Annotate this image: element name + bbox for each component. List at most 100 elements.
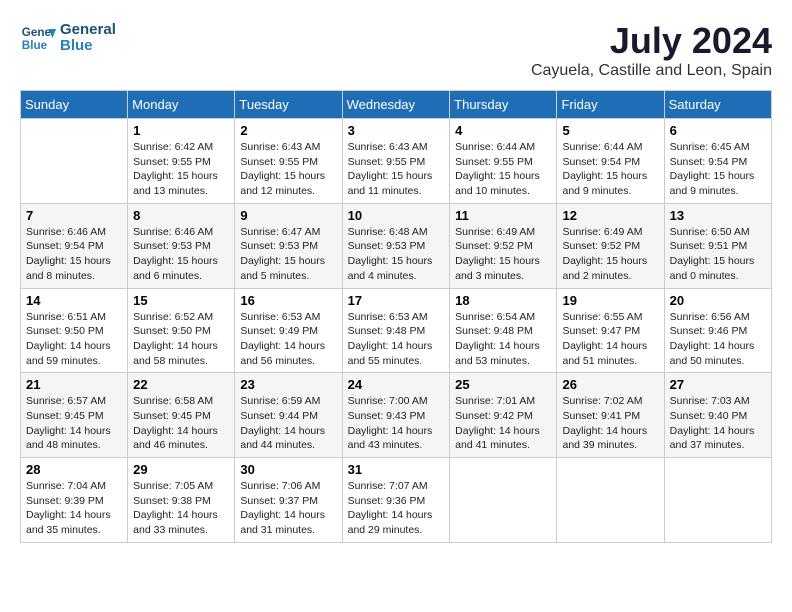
cell-daylight-text: Sunrise: 7:03 AMSunset: 9:40 PMDaylight:… <box>670 394 766 453</box>
day-number: 19 <box>562 293 658 308</box>
day-number: 17 <box>348 293 445 308</box>
day-number: 16 <box>240 293 336 308</box>
calendar-day-header: Monday <box>128 91 235 119</box>
cell-daylight-text: Sunrise: 6:57 AMSunset: 9:45 PMDaylight:… <box>26 394 122 453</box>
calendar-day-header: Friday <box>557 91 664 119</box>
day-number: 23 <box>240 377 336 392</box>
calendar-cell: 2Sunrise: 6:43 AMSunset: 9:55 PMDaylight… <box>235 119 342 204</box>
calendar-table: SundayMondayTuesdayWednesdayThursdayFrid… <box>20 90 772 543</box>
day-number: 25 <box>455 377 551 392</box>
calendar-day-header: Thursday <box>450 91 557 119</box>
calendar-cell: 4 Sunrise: 6:44 AMSunset: 9:55 PMDaylight… <box>450 119 557 204</box>
calendar-cell <box>21 119 128 204</box>
cell-daylight-text: Sunrise: 7:06 AMSunset: 9:37 PMDaylight:… <box>240 479 336 538</box>
cell-daylight-text: Sunrise: 6:55 AMSunset: 9:47 PMDaylight:… <box>562 310 658 369</box>
calendar-cell: 6 Sunrise: 6:45 AMSunset: 9:54 PMDaylight… <box>664 119 771 204</box>
cell-daylight-text: Sunrise: 6:42 AMSunset: 9:55 PMDaylight:… <box>133 140 229 199</box>
cell-daylight-text: Sunrise: 6:50 AMSunset: 9:51 PMDaylight:… <box>670 225 766 284</box>
cell-daylight-text: Sunrise: 6:49 AMSunset: 9:52 PMDaylight:… <box>455 225 551 284</box>
calendar-cell: 18 Sunrise: 6:54 AMSunset: 9:48 PMDayligh… <box>450 288 557 373</box>
cell-daylight-text: Sunrise: 6:49 AMSunset: 9:52 PMDaylight:… <box>562 225 658 284</box>
cell-daylight-text: Sunrise: 6:54 AMSunset: 9:48 PMDaylight:… <box>455 310 551 369</box>
day-number: 18 <box>455 293 551 308</box>
calendar-week-row: 14 Sunrise: 6:51 AMSunset: 9:50 PMDayligh… <box>21 288 772 373</box>
calendar-cell: 8 Sunrise: 6:46 AMSunset: 9:53 PMDaylight… <box>128 203 235 288</box>
calendar-cell: 1 Sunrise: 6:42 AMSunset: 9:55 PMDaylight… <box>128 119 235 204</box>
cell-daylight-text: Sunrise: 6:47 AMSunset: 9:53 PMDaylight:… <box>240 225 336 284</box>
day-number: 27 <box>670 377 766 392</box>
calendar-week-row: 21 Sunrise: 6:57 AMSunset: 9:45 PMDayligh… <box>21 373 772 458</box>
cell-daylight-text: Sunrise: 6:51 AMSunset: 9:50 PMDaylight:… <box>26 310 122 369</box>
cell-daylight-text: Sunrise: 6:45 AMSunset: 9:54 PMDaylight:… <box>670 140 766 199</box>
cell-daylight-text: Sunrise: 6:46 AMSunset: 9:53 PMDaylight:… <box>133 225 229 284</box>
day-number: 15 <box>133 293 229 308</box>
calendar-day-header: Saturday <box>664 91 771 119</box>
day-number: 3 <box>348 123 445 138</box>
calendar-day-header: Sunday <box>21 91 128 119</box>
calendar-cell: 28 Sunrise: 7:04 AMSunset: 9:39 PMDayligh… <box>21 458 128 543</box>
cell-daylight-text: Sunrise: 6:43 AMSunset: 9:55 PMDaylight:… <box>240 140 336 199</box>
day-number: 29 <box>133 462 229 477</box>
logo-icon: General Blue <box>20 20 56 56</box>
day-number: 13 <box>670 208 766 223</box>
calendar-cell: 24Sunrise: 7:00 AMSunset: 9:43 PMDayligh… <box>342 373 450 458</box>
calendar-week-row: 1 Sunrise: 6:42 AMSunset: 9:55 PMDaylight… <box>21 119 772 204</box>
day-number: 5 <box>562 123 658 138</box>
day-number: 4 <box>455 123 551 138</box>
calendar-cell: 31Sunrise: 7:07 AMSunset: 9:36 PMDayligh… <box>342 458 450 543</box>
title-area: July 2024 Cayuela, Castille and Leon, Sp… <box>531 20 772 80</box>
cell-daylight-text: Sunrise: 6:58 AMSunset: 9:45 PMDaylight:… <box>133 394 229 453</box>
calendar-cell: 25 Sunrise: 7:01 AMSunset: 9:42 PMDayligh… <box>450 373 557 458</box>
calendar-cell: 21 Sunrise: 6:57 AMSunset: 9:45 PMDayligh… <box>21 373 128 458</box>
calendar-cell: 7 Sunrise: 6:46 AMSunset: 9:54 PMDaylight… <box>21 203 128 288</box>
cell-daylight-text: Sunrise: 7:05 AMSunset: 9:38 PMDaylight:… <box>133 479 229 538</box>
cell-daylight-text: Sunrise: 6:53 AMSunset: 9:49 PMDaylight:… <box>240 310 336 369</box>
day-number: 10 <box>348 208 445 223</box>
cell-daylight-text: Sunrise: 6:44 AMSunset: 9:55 PMDaylight:… <box>455 140 551 199</box>
day-number: 31 <box>348 462 445 477</box>
calendar-cell: 19 Sunrise: 6:55 AMSunset: 9:47 PMDayligh… <box>557 288 664 373</box>
cell-daylight-text: Sunrise: 6:43 AMSunset: 9:55 PMDaylight:… <box>348 140 445 199</box>
calendar-cell: 9 Sunrise: 6:47 AMSunset: 9:53 PMDaylight… <box>235 203 342 288</box>
calendar-cell <box>557 458 664 543</box>
day-number: 11 <box>455 208 551 223</box>
calendar-day-header: Wednesday <box>342 91 450 119</box>
calendar-cell: 3 Sunrise: 6:43 AMSunset: 9:55 PMDaylight… <box>342 119 450 204</box>
cell-daylight-text: Sunrise: 6:48 AMSunset: 9:53 PMDaylight:… <box>348 225 445 284</box>
day-number: 1 <box>133 123 229 138</box>
calendar-cell: 30 Sunrise: 7:06 AMSunset: 9:37 PMDayligh… <box>235 458 342 543</box>
logo: General Blue General Blue <box>20 20 116 56</box>
day-number: 22 <box>133 377 229 392</box>
day-number: 24 <box>348 377 445 392</box>
day-number: 30 <box>240 462 336 477</box>
calendar-cell: 20 Sunrise: 6:56 AMSunset: 9:46 PMDayligh… <box>664 288 771 373</box>
calendar-cell: 23Sunrise: 6:59 AMSunset: 9:44 PMDayligh… <box>235 373 342 458</box>
cell-daylight-text: Sunrise: 6:53 AMSunset: 9:48 PMDaylight:… <box>348 310 445 369</box>
day-number: 21 <box>26 377 122 392</box>
day-number: 20 <box>670 293 766 308</box>
cell-daylight-text: Sunrise: 6:46 AMSunset: 9:54 PMDaylight:… <box>26 225 122 284</box>
svg-text:Blue: Blue <box>22 39 48 52</box>
calendar-cell: 16 Sunrise: 6:53 AMSunset: 9:49 PMDayligh… <box>235 288 342 373</box>
cell-daylight-text: Sunrise: 7:01 AMSunset: 9:42 PMDaylight:… <box>455 394 551 453</box>
location-title: Cayuela, Castille and Leon, Spain <box>531 62 772 80</box>
calendar-cell: 22 Sunrise: 6:58 AMSunset: 9:45 PMDayligh… <box>128 373 235 458</box>
day-number: 14 <box>26 293 122 308</box>
calendar-cell: 12Sunrise: 6:49 AMSunset: 9:52 PMDayligh… <box>557 203 664 288</box>
day-number: 7 <box>26 208 122 223</box>
calendar-cell: 10 Sunrise: 6:48 AMSunset: 9:53 PMDayligh… <box>342 203 450 288</box>
cell-daylight-text: Sunrise: 6:52 AMSunset: 9:50 PMDaylight:… <box>133 310 229 369</box>
logo-text-general: General <box>60 22 116 39</box>
calendar-week-row: 28 Sunrise: 7:04 AMSunset: 9:39 PMDayligh… <box>21 458 772 543</box>
logo-text-blue: Blue <box>60 38 116 55</box>
calendar-cell: 5Sunrise: 6:44 AMSunset: 9:54 PMDaylight… <box>557 119 664 204</box>
day-number: 9 <box>240 208 336 223</box>
day-number: 6 <box>670 123 766 138</box>
calendar-header-row: SundayMondayTuesdayWednesdayThursdayFrid… <box>21 91 772 119</box>
day-number: 8 <box>133 208 229 223</box>
calendar-cell <box>664 458 771 543</box>
calendar-week-row: 7 Sunrise: 6:46 AMSunset: 9:54 PMDaylight… <box>21 203 772 288</box>
cell-daylight-text: Sunrise: 6:56 AMSunset: 9:46 PMDaylight:… <box>670 310 766 369</box>
cell-daylight-text: Sunrise: 7:04 AMSunset: 9:39 PMDaylight:… <box>26 479 122 538</box>
day-number: 28 <box>26 462 122 477</box>
